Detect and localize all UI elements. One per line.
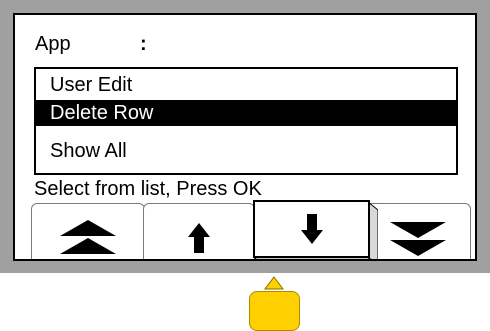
list-item-label: Show All [50,140,127,162]
list-item-user-edit[interactable]: User Edit [36,72,456,98]
device-bezel: App : User Edit Delete Row Show All Sele… [0,0,490,273]
arrow-down-icon [300,214,323,244]
scroll-bottom-button[interactable] [365,203,471,259]
app-header: App : [35,33,147,56]
menu-list: User Edit Delete Row Show All [34,67,458,175]
lcd-screen: App : User Edit Delete Row Show All Sele… [13,13,477,261]
double-up-icon [60,220,116,254]
scroll-down-button[interactable] [253,200,370,258]
scroll-up-button[interactable] [143,203,255,259]
list-item-show-all[interactable]: Show All [36,138,456,164]
arrow-up-icon [188,223,210,253]
header-separator: : [140,33,147,55]
ok-button[interactable] [249,291,300,331]
pointer-caret-icon [264,276,284,290]
scroll-top-button[interactable] [31,203,145,259]
app-label: App [35,33,71,55]
list-item-delete-row[interactable]: Delete Row [36,100,456,126]
list-item-label: Delete Row [50,102,154,124]
double-down-icon [390,222,446,256]
status-text: Select from list, Press OK [34,178,262,200]
list-item-label: User Edit [50,74,133,96]
